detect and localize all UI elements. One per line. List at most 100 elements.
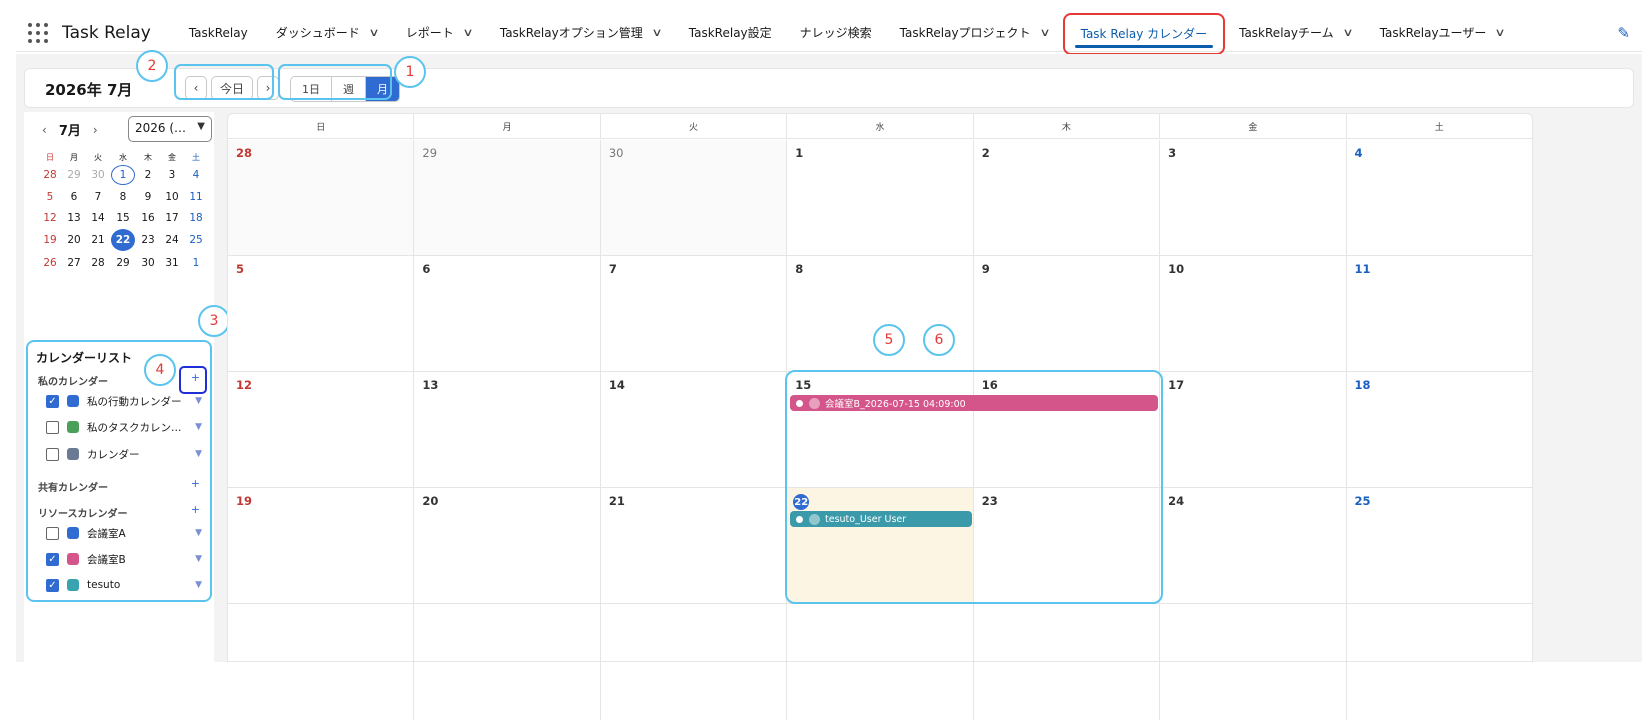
nav-item-calendar[interactable]: Task Relay カレンダー <box>1062 12 1226 55</box>
edit-pencil-icon[interactable]: ✎ <box>1617 24 1630 42</box>
mini-day[interactable]: 16 <box>136 207 160 228</box>
day-cell[interactable]: 18 <box>1347 372 1532 487</box>
day-cell[interactable] <box>974 604 1161 720</box>
calendar-item[interactable]: ✓ 会議室B ▼ <box>46 550 202 568</box>
day-cell[interactable]: 13 <box>414 372 601 487</box>
day-cell[interactable] <box>601 604 788 720</box>
mini-day[interactable]: 15 <box>110 207 136 228</box>
day-cell[interactable] <box>1160 604 1347 720</box>
mini-day[interactable]: 24 <box>160 228 184 252</box>
caret-down-icon[interactable]: ▼ <box>195 580 202 590</box>
chevron-down-icon[interactable]: ∨ <box>462 26 473 39</box>
calendar-checkbox[interactable] <box>46 420 59 434</box>
day-cell[interactable]: 1 <box>787 140 974 255</box>
mini-day[interactable]: 19 <box>38 228 62 252</box>
mini-day[interactable]: 30 <box>136 252 160 273</box>
mini-day[interactable]: 14 <box>86 207 110 228</box>
day-cell[interactable]: 2 <box>974 140 1161 255</box>
day-cell[interactable]: 24 <box>1160 488 1347 603</box>
day-cell[interactable]: 9 <box>974 256 1161 371</box>
chevron-down-icon[interactable]: ∨ <box>1495 26 1506 39</box>
mini-day[interactable]: 3 <box>160 164 184 186</box>
calendar-checkbox[interactable]: ✓ <box>46 552 59 566</box>
calendar-item[interactable]: カレンダー ▼ <box>46 445 202 463</box>
day-cell[interactable]: 10 <box>1160 256 1347 371</box>
mini-day[interactable]: 7 <box>86 186 110 207</box>
mini-day[interactable]: 18 <box>184 207 208 228</box>
mini-prev-month-button[interactable]: ‹ <box>42 123 47 137</box>
mini-day[interactable]: 11 <box>184 186 208 207</box>
calendar-checkbox[interactable]: ✓ <box>46 578 59 592</box>
caret-down-icon[interactable]: ▼ <box>195 449 202 459</box>
day-cell[interactable]: 29 <box>414 140 601 255</box>
calendar-checkbox[interactable] <box>46 447 59 461</box>
day-cell[interactable]: 28 <box>228 140 415 255</box>
mini-day[interactable]: 27 <box>62 252 86 273</box>
day-cell[interactable]: 25 <box>1347 488 1532 603</box>
chevron-down-icon[interactable]: ∨ <box>1039 26 1050 39</box>
day-cell[interactable]: 21 <box>601 488 788 603</box>
day-cell[interactable]: 17 <box>1160 372 1347 487</box>
nav-item-dashboard[interactable]: ダッシュボード ∨ <box>262 14 392 52</box>
day-cell[interactable]: 30 <box>600 140 788 255</box>
mini-day[interactable]: 30 <box>86 164 110 186</box>
mini-day[interactable]: 17 <box>160 207 184 228</box>
day-cell[interactable]: 4 <box>1347 140 1532 255</box>
day-cell[interactable]: 14 <box>601 372 788 487</box>
nav-item-teams[interactable]: TaskRelayチーム ∨ <box>1225 14 1366 52</box>
mini-day[interactable]: 10 <box>160 186 184 207</box>
day-cell[interactable]: 20 <box>414 488 601 603</box>
day-cell[interactable] <box>1347 604 1532 720</box>
day-cell[interactable]: 5 <box>228 256 415 371</box>
caret-down-icon[interactable]: ▼ <box>195 554 202 564</box>
mini-day[interactable]: 22 <box>110 228 136 252</box>
day-cell[interactable] <box>414 604 601 720</box>
mini-day[interactable]: 29 <box>110 252 136 273</box>
mini-day[interactable]: 6 <box>62 186 86 207</box>
nav-item-reports[interactable]: レポート ∨ <box>392 14 486 52</box>
day-cell[interactable]: 7 <box>601 256 788 371</box>
calendar-item[interactable]: 私のタスクカレンダー ▼ <box>46 418 202 436</box>
caret-down-icon[interactable]: ▼ <box>195 422 202 432</box>
app-launcher-icon[interactable] <box>28 22 48 43</box>
day-cell[interactable]: 6 <box>414 256 601 371</box>
mini-day[interactable]: 13 <box>62 207 86 228</box>
calendar-item[interactable]: ✓ 私の行動カレンダー ▼ <box>46 392 202 410</box>
chevron-down-icon[interactable]: ∨ <box>1342 26 1353 39</box>
mini-day[interactable]: 23 <box>136 228 160 252</box>
day-cell[interactable] <box>787 604 974 720</box>
mini-day[interactable]: 20 <box>62 228 86 252</box>
add-resource-calendar-button[interactable]: + <box>191 503 200 516</box>
mini-day[interactable]: 9 <box>136 186 160 207</box>
add-shared-calendar-button[interactable]: + <box>191 477 200 490</box>
chevron-down-icon[interactable]: ∨ <box>651 26 662 39</box>
mini-day[interactable]: 4 <box>184 164 208 186</box>
mini-day[interactable]: 8 <box>110 186 136 207</box>
calendar-item[interactable]: ✓ tesuto ▼ <box>46 576 202 594</box>
chevron-down-icon[interactable]: ∨ <box>368 26 379 39</box>
mini-day[interactable]: 31 <box>160 252 184 273</box>
calendar-checkbox[interactable]: ✓ <box>46 394 59 408</box>
day-cell[interactable]: 11 <box>1347 256 1532 371</box>
mini-day[interactable]: 12 <box>38 207 62 228</box>
nav-item-taskrelay[interactable]: TaskRelay <box>175 14 262 52</box>
caret-down-icon[interactable]: ▼ <box>195 396 202 406</box>
day-cell[interactable] <box>228 604 415 720</box>
day-cell[interactable]: 19 <box>228 488 415 603</box>
day-cell[interactable]: 3 <box>1160 140 1347 255</box>
mini-day[interactable]: 25 <box>184 228 208 252</box>
mini-day[interactable]: 1 <box>110 164 136 186</box>
nav-item-projects[interactable]: TaskRelayプロジェクト ∨ <box>886 14 1063 52</box>
mini-day[interactable]: 28 <box>86 252 110 273</box>
caret-down-icon[interactable]: ▼ <box>195 528 202 538</box>
nav-item-knowledge-search[interactable]: ナレッジ検索 <box>786 14 886 52</box>
mini-day[interactable]: 26 <box>38 252 62 273</box>
calendar-checkbox[interactable] <box>46 526 59 540</box>
mini-day[interactable]: 29 <box>62 164 86 186</box>
mini-next-month-button[interactable]: › <box>93 123 98 137</box>
nav-item-option-management[interactable]: TaskRelayオプション管理 ∨ <box>486 14 675 52</box>
nav-item-users[interactable]: TaskRelayユーザー ∨ <box>1366 14 1519 52</box>
calendar-item[interactable]: 会議室A ▼ <box>46 524 202 542</box>
mini-day[interactable]: 2 <box>136 164 160 186</box>
mini-day[interactable]: 1 <box>184 252 208 273</box>
